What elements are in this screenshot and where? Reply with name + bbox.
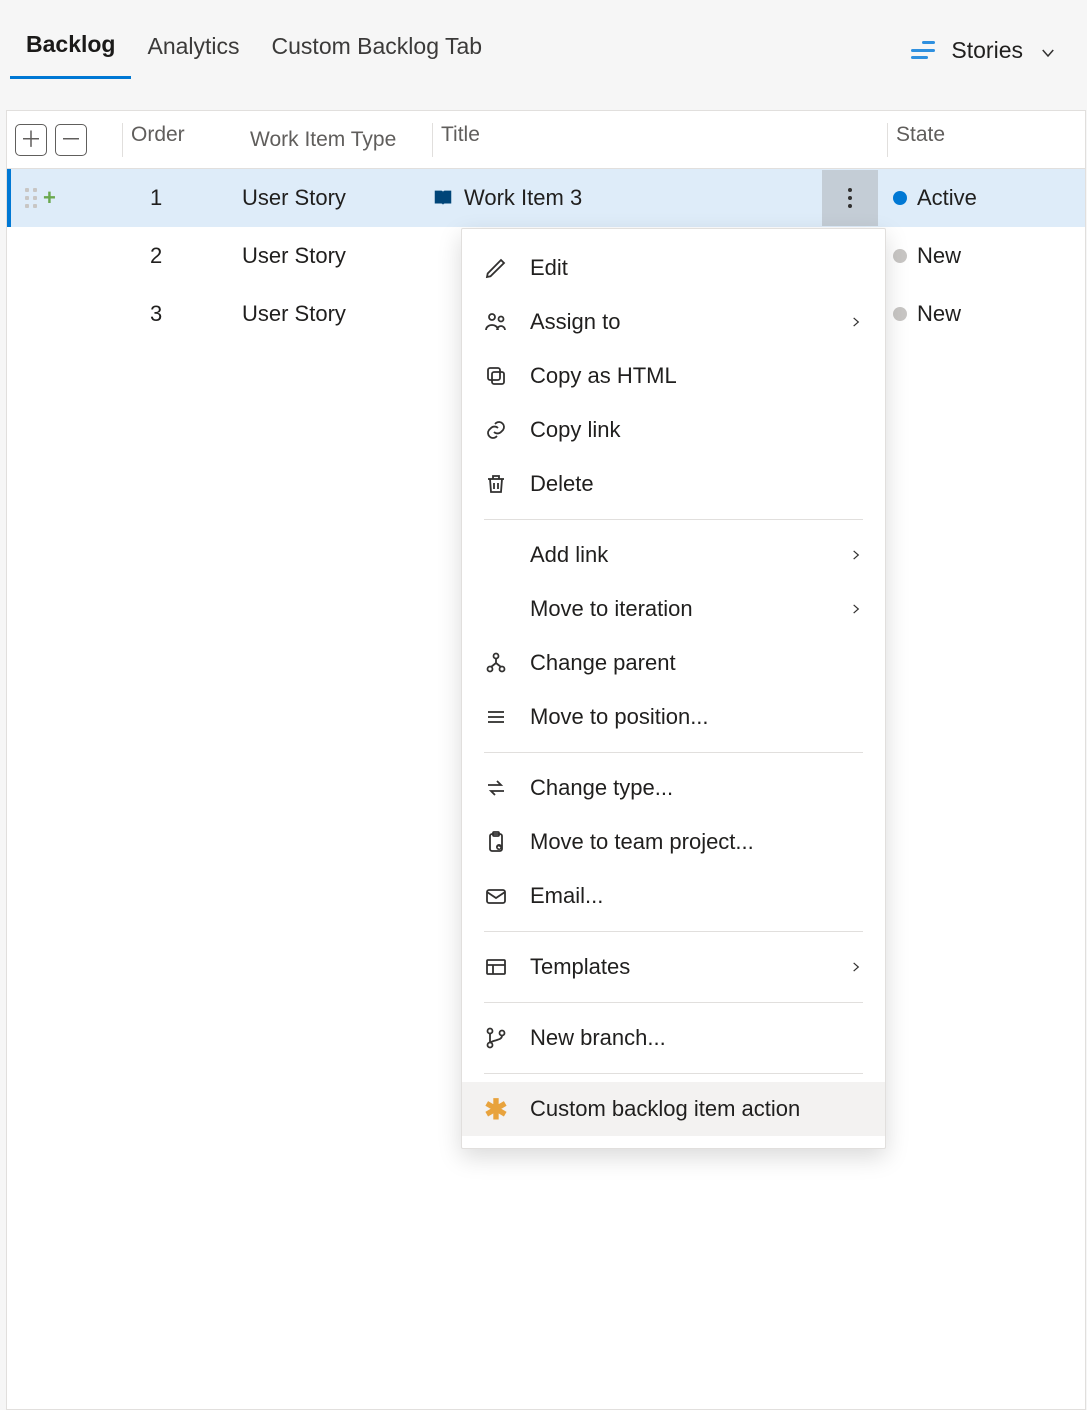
backlog-level-label: Stories [951, 37, 1023, 64]
state-dot-icon [893, 191, 907, 205]
menu-item-label: Change type... [530, 775, 673, 801]
cell-type: User Story [242, 243, 432, 269]
backlog-level-selector[interactable]: Stories [911, 37, 1077, 64]
menu-item-label: New branch... [530, 1025, 666, 1051]
state-dot-icon [893, 249, 907, 263]
menu-item-label: Move to iteration [530, 596, 693, 622]
chevron-right-icon [849, 309, 863, 335]
menu-separator [484, 1073, 863, 1074]
chevron-right-icon [849, 596, 863, 622]
menu-separator [484, 752, 863, 753]
menu-item-label: Templates [530, 954, 630, 980]
menu-item-edit[interactable]: Edit [462, 241, 885, 295]
tree-icon [484, 651, 508, 675]
menu-item-copy-as-html[interactable]: Copy as HTML [462, 349, 885, 403]
column-header-state[interactable]: State [887, 123, 1087, 157]
menu-item-add-link[interactable]: Add link [462, 528, 885, 582]
user-story-icon [432, 187, 454, 209]
menu-item-label: Delete [530, 471, 594, 497]
cell-state: Active [887, 185, 1087, 211]
assign-icon [484, 310, 508, 334]
menu-item-new-branch[interactable]: New branch... [462, 1011, 885, 1065]
menu-separator [484, 1002, 863, 1003]
menu-item-move-to-team-project[interactable]: Move to team project... [462, 815, 885, 869]
work-item-title: Work Item 3 [464, 185, 582, 211]
tab-analytics[interactable]: Analytics [131, 23, 255, 78]
edit-icon [484, 256, 508, 280]
state-dot-icon [893, 307, 907, 321]
mail-icon [484, 884, 508, 908]
menu-item-change-type[interactable]: Change type... [462, 761, 885, 815]
chevron-right-icon [849, 542, 863, 568]
menu-item-templates[interactable]: Templates [462, 940, 885, 994]
menu-item-label: Edit [530, 255, 568, 281]
copy-icon [484, 364, 508, 388]
pivot-tabs: Backlog Analytics Custom Backlog Tab Sto… [0, 0, 1087, 80]
menu-separator [484, 519, 863, 520]
menu-item-label: Move to team project... [530, 829, 754, 855]
menu-item-assign-to[interactable]: Assign to [462, 295, 885, 349]
cell-title[interactable]: Work Item 3 [432, 185, 822, 211]
asterisk-icon: ✱ [484, 1093, 508, 1126]
menu-separator [484, 931, 863, 932]
menu-item-move-to-position[interactable]: Move to position... [462, 690, 885, 744]
column-header-title[interactable]: Title [432, 123, 822, 157]
menu-item-label: Move to position... [530, 704, 709, 730]
row-actions-button[interactable] [822, 170, 878, 226]
chevron-right-icon [849, 954, 863, 980]
link-icon [484, 418, 508, 442]
tab-custom-backlog[interactable]: Custom Backlog Tab [256, 23, 499, 78]
cell-state: New [887, 243, 1087, 269]
state-label: New [917, 243, 961, 269]
chevron-down-icon [1039, 41, 1057, 59]
menu-item-label: Custom backlog item action [530, 1096, 800, 1122]
branch-icon [484, 1026, 508, 1050]
menu-item-email[interactable]: Email... [462, 869, 885, 923]
column-header-type[interactable]: Work Item Type [242, 128, 432, 152]
drag-handle-icon[interactable] [25, 188, 37, 208]
add-child-button[interactable]: + [43, 185, 56, 211]
cell-order: 2 [122, 243, 242, 269]
swap-icon [484, 776, 508, 800]
menu-item-custom-backlog-item-action[interactable]: ✱ Custom backlog item action [462, 1082, 885, 1136]
tab-backlog[interactable]: Backlog [10, 21, 131, 79]
cell-state: New [887, 301, 1087, 327]
cell-type: User Story [242, 185, 432, 211]
clipboard-icon [484, 830, 508, 854]
menu-item-label: Add link [530, 542, 608, 568]
cell-order: 3 [122, 301, 242, 327]
trash-icon [484, 472, 508, 496]
menu-item-change-parent[interactable]: Change parent [462, 636, 885, 690]
state-label: Active [917, 185, 977, 211]
work-item-context-menu: Edit Assign to Copy as HTML Copy link Delete… [461, 228, 886, 1149]
grid-header-row: ＋ － Order Work Item Type Title State [7, 111, 1085, 169]
cell-order: 1 [122, 185, 242, 211]
backlog-row[interactable]: + 1 User Story Work Item 3 Active [7, 169, 1085, 227]
backlog-level-icon [911, 41, 935, 59]
column-header-order[interactable]: Order [122, 123, 242, 157]
expand-all-button[interactable]: ＋ [15, 124, 47, 156]
state-label: New [917, 301, 961, 327]
template-icon [484, 955, 508, 979]
menu-item-delete[interactable]: Delete [462, 457, 885, 511]
menu-item-move-to-iteration[interactable]: Move to iteration [462, 582, 885, 636]
menu-item-label: Copy link [530, 417, 620, 443]
cell-type: User Story [242, 301, 432, 327]
lines-icon [484, 705, 508, 729]
menu-item-label: Email... [530, 883, 603, 909]
menu-item-label: Copy as HTML [530, 363, 677, 389]
collapse-all-button[interactable]: － [55, 124, 87, 156]
menu-item-label: Change parent [530, 650, 676, 676]
more-vertical-icon [848, 188, 852, 208]
menu-item-label: Assign to [530, 309, 621, 335]
menu-item-copy-link[interactable]: Copy link [462, 403, 885, 457]
